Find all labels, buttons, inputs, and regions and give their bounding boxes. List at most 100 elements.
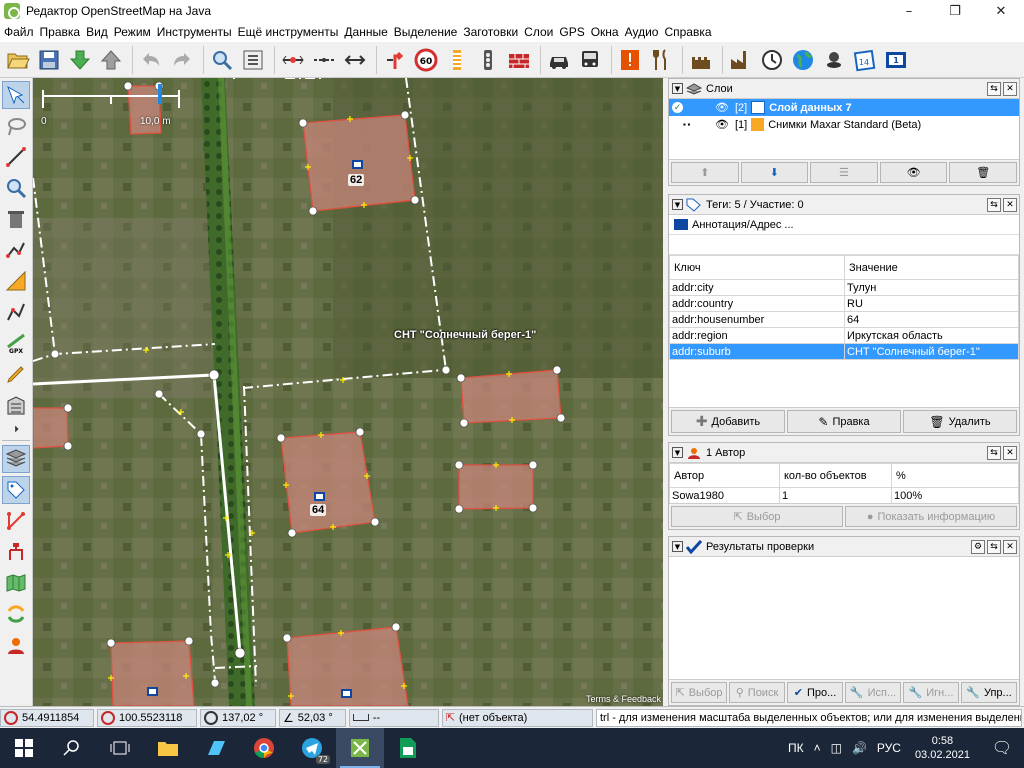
- car-icon[interactable]: [545, 46, 573, 74]
- history-icon[interactable]: [2, 600, 30, 628]
- menu-edit[interactable]: Правка: [40, 25, 85, 39]
- gpx-icon[interactable]: GPX: [2, 329, 30, 357]
- validation-panel-header[interactable]: ▼ Результаты проверки ⚙ ⇆ ✕: [669, 537, 1019, 557]
- add-tag-button[interactable]: ✚ Добавить: [671, 410, 785, 433]
- settings-icon[interactable]: ⚙: [971, 540, 985, 554]
- zoom-mode-icon[interactable]: [2, 174, 30, 202]
- maximize-button[interactable]: ❐: [932, 0, 978, 22]
- measure-icon[interactable]: [2, 267, 30, 295]
- key-column-header[interactable]: Ключ: [669, 255, 845, 280]
- table-row[interactable]: addr:suburb СНТ "Солнечный берег-1": [669, 343, 1019, 360]
- zoom-icon[interactable]: [208, 46, 236, 74]
- upload-icon[interactable]: [97, 46, 125, 74]
- visibility-eye-icon[interactable]: 👁: [715, 118, 729, 131]
- speed-limit-icon[interactable]: 60: [412, 46, 440, 74]
- delete-layer-icon[interactable]: 🗑: [949, 162, 1017, 183]
- merge-layers-icon[interactable]: ☰: [810, 162, 878, 183]
- close-panel-icon[interactable]: ✕: [1003, 446, 1017, 460]
- undo-icon[interactable]: [137, 46, 165, 74]
- table-row[interactable]: addr:city Тулун: [669, 279, 1019, 296]
- volume-icon[interactable]: 🔊: [852, 741, 867, 755]
- reverse-way-icon[interactable]: [341, 46, 369, 74]
- castle-icon[interactable]: [687, 46, 715, 74]
- show-info-button[interactable]: ● Показать информацию: [845, 506, 1017, 527]
- count-column-header[interactable]: кол-во объектов: [779, 463, 892, 488]
- open-icon[interactable]: [4, 46, 32, 74]
- map-view[interactable]: 0 10,0 m СНТ "Солнечный берег-1" 62 64 T…: [33, 78, 663, 706]
- redo-icon[interactable]: [168, 46, 196, 74]
- bus-icon[interactable]: [576, 46, 604, 74]
- network-icon[interactable]: ◫: [831, 741, 842, 755]
- undock-icon[interactable]: ⇆: [987, 198, 1001, 212]
- undock-icon[interactable]: ⇆: [987, 540, 1001, 554]
- collapse-toggle-icon[interactable]: ▼: [672, 447, 683, 458]
- undock-icon[interactable]: ⇆: [987, 446, 1001, 460]
- conflict-icon[interactable]: [2, 538, 30, 566]
- relations-icon[interactable]: [2, 507, 30, 535]
- menu-view[interactable]: Вид: [86, 25, 112, 39]
- improve-way-icon[interactable]: [2, 298, 30, 326]
- visibility-eye-icon[interactable]: 👁: [715, 101, 729, 114]
- menu-windows[interactable]: Окна: [591, 25, 623, 39]
- menu-audio[interactable]: Аудио: [625, 25, 663, 39]
- clock-icon[interactable]: [758, 46, 786, 74]
- menu-more-tools[interactable]: Ещё инструменты: [238, 25, 343, 39]
- turn-restriction-icon[interactable]: [381, 46, 409, 74]
- layers-toggle-icon[interactable]: [2, 445, 30, 473]
- pencil-icon[interactable]: [2, 360, 30, 388]
- telegram-button[interactable]: 72: [288, 728, 336, 768]
- table-row[interactable]: addr:region Иркутская область: [669, 327, 1019, 344]
- collapse-toggle-icon[interactable]: ▼: [672, 83, 683, 94]
- ignore-button[interactable]: 🔧 Игн...: [903, 682, 959, 703]
- tags-panel-header[interactable]: ▼ Теги: 5 / Участие: 0 ⇆ ✕: [669, 195, 1019, 215]
- author-column-header[interactable]: Автор: [669, 463, 780, 488]
- file-explorer-button[interactable]: [144, 728, 192, 768]
- factory-icon[interactable]: [727, 46, 755, 74]
- fix-button[interactable]: 🔧 Исп...: [845, 682, 901, 703]
- menu-selection[interactable]: Выделение: [394, 25, 462, 39]
- map-icon[interactable]: [2, 569, 30, 597]
- menu-file[interactable]: Файл: [4, 25, 38, 39]
- layer-row[interactable]: ✓ 👁 [2] Слой данных 7: [669, 99, 1019, 116]
- close-panel-icon[interactable]: ✕: [1003, 198, 1017, 212]
- attribution-link[interactable]: Terms & Feedback: [586, 694, 661, 704]
- validate-button[interactable]: ✔ Про...: [787, 682, 843, 703]
- task-view-button[interactable]: [96, 728, 144, 768]
- show-hide-icon[interactable]: 👁: [879, 162, 948, 183]
- minimize-button[interactable]: –: [886, 0, 932, 22]
- globe-icon[interactable]: [789, 46, 817, 74]
- layers-panel-header[interactable]: ▼ Слои ⇆ ✕: [669, 79, 1019, 99]
- table-row[interactable]: Sowa1980 1 100%: [669, 487, 1019, 504]
- input-language[interactable]: РУС: [877, 741, 901, 755]
- combine-way-icon[interactable]: [310, 46, 338, 74]
- layer-row[interactable]: ▪ ▪ 👁 [1] Снимки Maxar Standard (Beta): [669, 116, 1019, 133]
- josm-taskbar-button[interactable]: [336, 728, 384, 768]
- table-row[interactable]: addr:country RU: [669, 295, 1019, 312]
- percent-column-header[interactable]: %: [891, 463, 1019, 488]
- edit-tag-button[interactable]: ✎ Правка: [787, 410, 901, 433]
- warning-icon[interactable]: [616, 46, 644, 74]
- select-author-button[interactable]: ⇱ Выбор: [671, 506, 843, 527]
- menu-help[interactable]: Справка: [664, 25, 715, 39]
- notifications-icon[interactable]: 🗨: [980, 738, 1024, 758]
- move-up-icon[interactable]: ⬆: [671, 162, 739, 183]
- tags-toggle-icon[interactable]: [2, 476, 30, 504]
- pin-icon[interactable]: [820, 46, 848, 74]
- menu-imagery[interactable]: Слои: [524, 25, 557, 39]
- clock[interactable]: 0:58 03.02.2021: [915, 734, 970, 762]
- author-icon[interactable]: [2, 631, 30, 659]
- info-icon[interactable]: 1: [882, 46, 910, 74]
- split-way-icon[interactable]: [279, 46, 307, 74]
- sheets-button[interactable]: [384, 728, 432, 768]
- search-button[interactable]: [48, 728, 96, 768]
- menu-tools[interactable]: Инструменты: [157, 25, 236, 39]
- start-button[interactable]: [0, 728, 48, 768]
- crossing-icon[interactable]: [443, 46, 471, 74]
- download-icon[interactable]: [66, 46, 94, 74]
- validation-select-button[interactable]: ⇱ Выбор: [671, 682, 727, 703]
- calendar-icon[interactable]: 14: [851, 46, 879, 74]
- validation-search-button[interactable]: ⚲ Поиск: [729, 682, 785, 703]
- lasso-icon[interactable]: [2, 112, 30, 140]
- close-button[interactable]: ✕: [978, 0, 1024, 22]
- save-icon[interactable]: [35, 46, 63, 74]
